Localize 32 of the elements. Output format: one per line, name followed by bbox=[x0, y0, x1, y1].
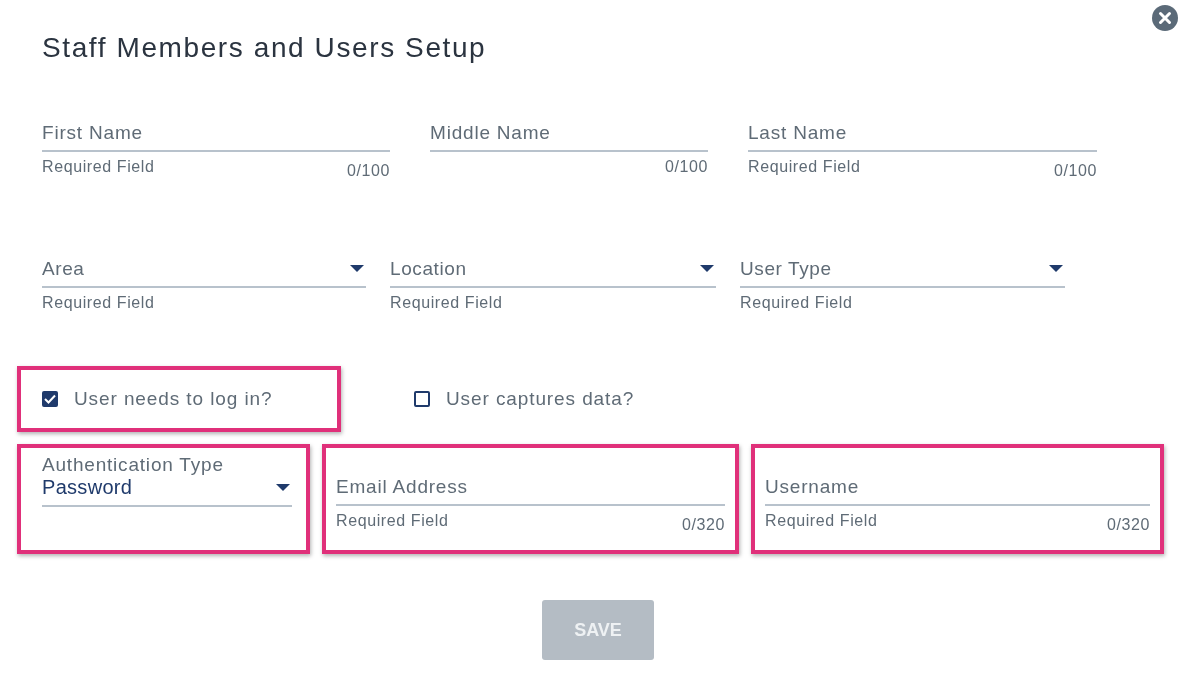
caret-icon bbox=[276, 483, 290, 492]
character-counter: 0/320 bbox=[681, 516, 725, 534]
helper-text: Required Field bbox=[765, 512, 878, 530]
dropdown-field[interactable]: Area bbox=[42, 256, 366, 288]
text-field[interactable]: Last Name bbox=[748, 120, 1097, 152]
caret-icon bbox=[700, 265, 714, 273]
dropdown-field[interactable]: Password bbox=[42, 476, 292, 507]
caret-icon bbox=[1049, 265, 1063, 273]
dropdown-field[interactable]: User Type bbox=[740, 256, 1065, 288]
checkbox[interactable] bbox=[414, 391, 430, 407]
text-field[interactable]: Username bbox=[765, 474, 1150, 506]
helper-text: Required Field bbox=[336, 512, 449, 530]
close-icon[interactable] bbox=[1152, 5, 1178, 31]
helper-text: Required Field bbox=[42, 158, 155, 176]
character-counter: 0/100 bbox=[1053, 162, 1097, 180]
helper-text: Required Field bbox=[42, 294, 155, 312]
helper-text: Required Field bbox=[740, 294, 853, 312]
field-label: Authentication Type bbox=[42, 454, 225, 476]
helper-text: Required Field bbox=[390, 294, 503, 312]
character-counter: 0/320 bbox=[1106, 516, 1150, 534]
dialog-title: Staff Members and Users Setup bbox=[42, 32, 488, 64]
helper-text: Required Field bbox=[748, 158, 861, 176]
checkbox-label: User captures data? bbox=[446, 388, 635, 410]
dropdown-field[interactable]: Location bbox=[390, 256, 716, 288]
character-counter: 0/100 bbox=[664, 158, 708, 176]
caret-icon bbox=[350, 265, 364, 273]
text-field[interactable]: First Name bbox=[42, 120, 390, 152]
character-counter: 0/100 bbox=[346, 162, 390, 180]
text-field[interactable]: Middle Name bbox=[430, 120, 708, 152]
checkbox[interactable] bbox=[42, 391, 58, 407]
checkbox-label: User needs to log in? bbox=[74, 388, 273, 410]
text-field[interactable]: Email Address bbox=[336, 474, 725, 506]
